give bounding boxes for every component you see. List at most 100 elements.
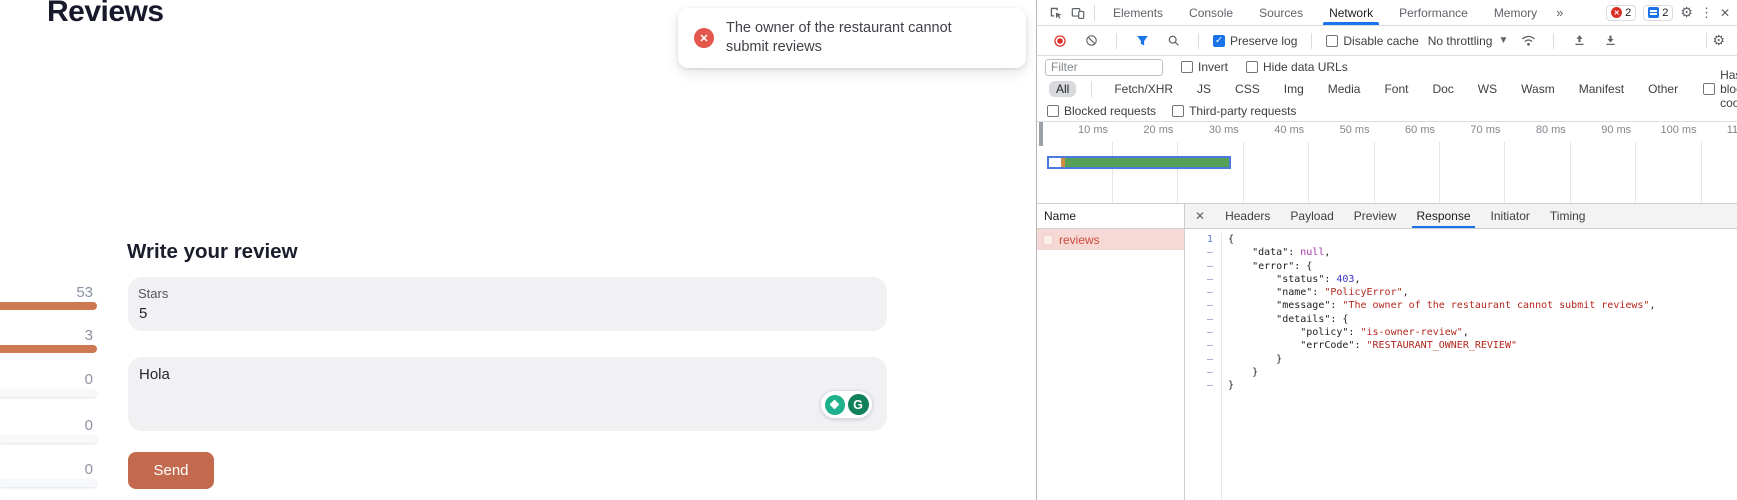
- timeline-gridline: [1701, 142, 1702, 203]
- has-blocked-cookies-label: Has blocked cookies: [1720, 68, 1737, 110]
- invert-checkbox[interactable]: [1181, 61, 1193, 73]
- request-doc-icon: [1043, 235, 1053, 245]
- filter-row: Invert Hide data URLs: [1037, 56, 1737, 78]
- suggestion-bulb-icon[interactable]: [825, 395, 845, 415]
- detail-tab-preview[interactable]: Preview: [1344, 204, 1407, 228]
- chip-media[interactable]: Media: [1321, 81, 1368, 97]
- grammarly-widget[interactable]: G: [820, 390, 873, 419]
- network-settings-gear-icon[interactable]: ⚙: [1712, 32, 1725, 49]
- separator: [1116, 33, 1117, 49]
- timeline-label: 30 ms: [1179, 124, 1239, 136]
- devtools-tab-bar: ElementsConsoleSourcesNetworkPerformance…: [1037, 0, 1737, 26]
- code-line: "errCode": "RESTAURANT_OWNER_REVIEW": [1228, 339, 1737, 352]
- timeline-gridline: [1243, 142, 1244, 203]
- rating-bar: [0, 479, 97, 487]
- clear-network-log-icon[interactable]: [1080, 31, 1102, 51]
- search-icon[interactable]: [1162, 31, 1184, 51]
- detail-tab-timing[interactable]: Timing: [1540, 204, 1596, 228]
- code-line: "message": "The owner of the restaurant …: [1228, 299, 1737, 312]
- filter-input[interactable]: [1045, 59, 1163, 76]
- request-name: reviews: [1059, 233, 1100, 247]
- export-har-icon[interactable]: [1599, 31, 1621, 51]
- device-toolbar-icon[interactable]: [1067, 3, 1089, 23]
- hide-data-urls-label: Hide data URLs: [1263, 60, 1348, 74]
- code-line: "data": null,: [1228, 246, 1737, 259]
- request-type-chips: All Fetch/XHR JS CSS Img Media Font Doc WS Wasm Ma…: [1037, 78, 1737, 100]
- preserve-log-checkbox[interactable]: [1213, 35, 1225, 47]
- third-party-requests-checkbox[interactable]: [1172, 105, 1184, 117]
- send-button[interactable]: Send: [128, 452, 214, 489]
- chip-font[interactable]: Font: [1377, 81, 1415, 97]
- stars-field[interactable]: Stars 5: [128, 277, 887, 331]
- review-textarea[interactable]: Hola: [128, 357, 887, 431]
- rating-count: 3: [0, 327, 93, 344]
- detail-tab-response[interactable]: Response: [1406, 204, 1480, 228]
- rating-count: 0: [0, 461, 93, 478]
- close-devtools-icon[interactable]: ✕: [1720, 6, 1730, 20]
- detail-tab-payload[interactable]: Payload: [1280, 204, 1343, 228]
- blocked-requests-checkbox[interactable]: [1047, 105, 1059, 117]
- gutter-line: –: [1185, 379, 1213, 392]
- network-overview-timeline[interactable]: 10 ms20 ms30 ms40 ms50 ms60 ms70 ms80 ms…: [1037, 122, 1737, 203]
- record-network-log-icon[interactable]: [1049, 31, 1071, 51]
- rating-count: 53: [0, 284, 93, 301]
- timeline-gridline: [1635, 142, 1636, 203]
- detail-tab-initiator[interactable]: Initiator: [1481, 204, 1540, 228]
- timeline-label: 80 ms: [1506, 124, 1566, 136]
- issues-count-badge[interactable]: 2: [1643, 5, 1673, 21]
- tab-sources[interactable]: Sources: [1246, 0, 1316, 25]
- has-blocked-cookies-checkbox[interactable]: [1703, 83, 1715, 95]
- chip-fetchxhr[interactable]: Fetch/XHR: [1107, 81, 1180, 97]
- rating-bar: [0, 435, 97, 443]
- throttling-select[interactable]: No throttling ▼: [1428, 34, 1509, 48]
- main-tabs: ElementsConsoleSourcesNetworkPerformance…: [1100, 0, 1550, 25]
- tab-elements[interactable]: Elements: [1100, 0, 1176, 25]
- disable-cache-label: Disable cache: [1343, 34, 1418, 48]
- detail-tab-headers[interactable]: Headers: [1215, 204, 1280, 228]
- error-count-badge[interactable]: ✕ 2: [1606, 5, 1636, 21]
- tab-memory[interactable]: Memory: [1481, 0, 1550, 25]
- gutter-line: –: [1185, 299, 1213, 312]
- kebab-menu-icon[interactable]: ⋮: [1700, 5, 1713, 21]
- filter-funnel-icon[interactable]: [1131, 31, 1153, 51]
- timeline-gridline: [1439, 142, 1440, 203]
- timeline-zero-marker: [1039, 122, 1043, 146]
- issues-count: 2: [1662, 7, 1668, 19]
- settings-gear-icon[interactable]: ⚙: [1680, 4, 1693, 21]
- separator: [1706, 33, 1707, 49]
- blocked-filters-row: Blocked requests Third-party requests: [1037, 100, 1737, 122]
- chip-other[interactable]: Other: [1641, 81, 1685, 97]
- screen: Reviews ✕ The owner of the restaurant ca…: [0, 0, 1737, 500]
- chip-css[interactable]: CSS: [1228, 81, 1267, 97]
- chip-manifest[interactable]: Manifest: [1572, 81, 1631, 97]
- disable-cache-checkbox[interactable]: [1326, 35, 1338, 47]
- chip-wasm[interactable]: Wasm: [1514, 81, 1562, 97]
- request-row-reviews[interactable]: reviews: [1037, 229, 1184, 250]
- rating-bar: [0, 345, 97, 353]
- inspect-element-icon[interactable]: [1045, 3, 1067, 23]
- chip-img[interactable]: Img: [1277, 81, 1311, 97]
- tab-console[interactable]: Console: [1176, 0, 1246, 25]
- bulb-diamond: [830, 400, 840, 410]
- code-line: "error": {: [1228, 260, 1737, 273]
- chip-js[interactable]: JS: [1190, 81, 1218, 97]
- hide-data-urls-checkbox[interactable]: [1246, 61, 1258, 73]
- blocked-requests-group: Blocked requests: [1047, 104, 1156, 118]
- code-line: }: [1228, 366, 1737, 379]
- close-detail-icon[interactable]: ✕: [1185, 209, 1215, 223]
- request-list-panel: Name reviews: [1037, 204, 1185, 500]
- stars-value: 5: [139, 305, 147, 322]
- import-har-icon[interactable]: [1568, 31, 1590, 51]
- network-conditions-icon[interactable]: [1517, 31, 1539, 51]
- rating-count: 0: [0, 371, 93, 388]
- timeline-gridline: [1112, 142, 1113, 203]
- third-party-requests-label: Third-party requests: [1189, 104, 1296, 118]
- tab-network[interactable]: Network: [1316, 0, 1386, 25]
- chip-all[interactable]: All: [1049, 81, 1076, 97]
- tab-performance[interactable]: Performance: [1386, 0, 1481, 25]
- chip-doc[interactable]: Doc: [1425, 81, 1460, 97]
- chip-ws[interactable]: WS: [1471, 81, 1504, 97]
- grammarly-g-icon[interactable]: G: [848, 394, 869, 415]
- more-tabs-icon[interactable]: »: [1550, 5, 1569, 20]
- name-column-header[interactable]: Name: [1037, 204, 1184, 229]
